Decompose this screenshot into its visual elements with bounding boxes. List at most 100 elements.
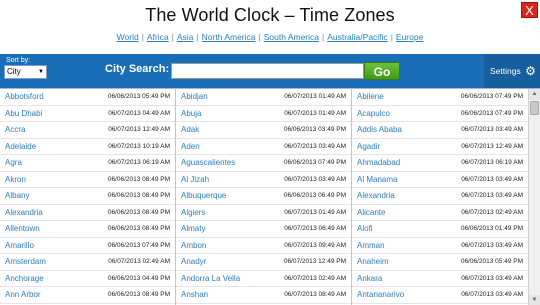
table-row[interactable]: Agadir 06/07/2013 12:49 AM: [352, 139, 528, 155]
table-row[interactable]: Acapulco 06/06/2013 07:49 PM: [352, 106, 528, 122]
table-row[interactable]: Aguascalientes 06/06/2013 07:49 PM: [176, 155, 351, 172]
city-link[interactable]: Acapulco: [357, 106, 390, 122]
table-row[interactable]: Addis Ababa 06/07/2013 03:49 AM: [352, 122, 528, 139]
table-row[interactable]: Anadyr 06/07/2013 12:49 PM: [176, 254, 351, 271]
scroll-up-icon[interactable]: ▲: [529, 89, 540, 100]
table-row[interactable]: Akron 06/06/2013 08:49 PM: [0, 172, 175, 188]
table-row[interactable]: Abuja 06/07/2013 01:49 AM: [176, 106, 351, 122]
table-row[interactable]: Anaheim 06/06/2013 05:49 PM: [352, 254, 528, 271]
city-time: 06/07/2013 03:49 AM: [284, 142, 346, 150]
city-link[interactable]: Amarillo: [5, 238, 34, 254]
city-search-input[interactable]: [171, 63, 364, 79]
city-link[interactable]: Algiers: [181, 205, 205, 221]
city-link[interactable]: Ahmadabad: [357, 155, 400, 171]
region-link-africa[interactable]: Africa: [147, 32, 169, 42]
table-row[interactable]: Amarillo 06/06/2013 07:49 PM: [0, 238, 175, 254]
city-link[interactable]: Alofi: [357, 221, 373, 237]
city-link[interactable]: Amsterdam: [5, 254, 46, 270]
table-row[interactable]: Andorra La Vella 06/07/2013 02:49 AM: [176, 271, 351, 287]
go-button[interactable]: Go: [364, 62, 400, 80]
table-row[interactable]: Aden 06/07/2013 03:49 AM: [176, 139, 351, 155]
city-time: 06/07/2013 03:49 AM: [461, 241, 523, 249]
city-link[interactable]: Ambon: [181, 238, 206, 254]
city-link[interactable]: Aden: [181, 139, 200, 155]
region-link-australia-pacific[interactable]: Australia/Pacific: [327, 32, 387, 42]
table-row[interactable]: Al Jizah 06/07/2013 03:49 AM: [176, 172, 351, 188]
city-time: 06/06/2013 07:49 PM: [460, 109, 523, 117]
city-link[interactable]: Adelaide: [5, 139, 36, 155]
city-link[interactable]: Anshan: [181, 287, 208, 303]
settings-button[interactable]: Settings ⚙: [484, 54, 540, 88]
table-row[interactable]: Abilene 06/06/2013 07:49 PM: [352, 89, 528, 106]
table-row[interactable]: Alexandria 06/06/2013 08:49 PM: [0, 205, 175, 221]
city-link[interactable]: Akron: [5, 172, 26, 188]
region-link-asia[interactable]: Asia: [177, 32, 194, 42]
table-row[interactable]: Alexandria 06/07/2013 03:49 AM: [352, 188, 528, 205]
city-link[interactable]: Ankara: [357, 271, 382, 287]
city-link[interactable]: Antananarivo: [357, 287, 404, 303]
city-link[interactable]: Anadyr: [181, 254, 206, 270]
city-link[interactable]: Al Manama: [357, 172, 397, 188]
table-row[interactable]: Albuquerque 06/06/2013 06:49 PM: [176, 188, 351, 205]
table-row[interactable]: Anchorage 06/06/2013 04:49 PM: [0, 271, 175, 287]
table-row[interactable]: Agra 06/07/2013 06:19 AM: [0, 155, 175, 172]
table-row[interactable]: Almaty 06/07/2013 06:49 AM: [176, 221, 351, 238]
region-link-north-america[interactable]: North America: [202, 32, 256, 42]
table-row[interactable]: Amman 06/07/2013 03:49 AM: [352, 238, 528, 254]
city-link[interactable]: Anaheim: [357, 254, 389, 270]
city-time: 06/07/2013 02:49 AM: [108, 258, 170, 265]
region-link-europe[interactable]: Europe: [396, 32, 423, 42]
city-link[interactable]: Abuja: [181, 106, 201, 122]
city-time: 06/07/2013 08:49 AM: [284, 291, 346, 298]
city-link[interactable]: Albany: [5, 188, 29, 204]
table-row[interactable]: Ahmadabad 06/07/2013 06:19 AM: [352, 155, 528, 172]
table-row[interactable]: Ambon 06/07/2013 09:49 AM: [176, 238, 351, 254]
table-row[interactable]: Abu Dhabi 06/07/2013 04:49 AM: [0, 106, 175, 122]
city-link[interactable]: Anchorage: [5, 271, 44, 287]
table-row[interactable]: Abidjan 06/07/2013 01:49 AM: [176, 89, 351, 106]
city-link[interactable]: Abidjan: [181, 89, 208, 105]
table-row[interactable]: Amsterdam 06/07/2013 02:49 AM: [0, 254, 175, 271]
city-time: 06/07/2013 10:19 AM: [108, 142, 170, 150]
region-link-world[interactable]: World: [117, 32, 139, 42]
table-row[interactable]: Alicante 06/07/2013 02:49 AM: [352, 205, 528, 221]
table-row[interactable]: Algiers 06/07/2013 01:49 AM: [176, 205, 351, 221]
table-row[interactable]: Accra 06/07/2013 12:49 AM: [0, 122, 175, 139]
city-link[interactable]: Alexandria: [357, 188, 395, 204]
city-link[interactable]: Alicante: [357, 205, 385, 221]
page-title: The World Clock – Time Zones: [145, 5, 395, 25]
city-link[interactable]: Allentown: [5, 221, 40, 237]
city-link[interactable]: Abilene: [357, 89, 384, 105]
city-link[interactable]: Almaty: [181, 221, 205, 237]
city-link[interactable]: Adak: [181, 122, 199, 138]
table-row[interactable]: Abbotsford 06/06/2013 05:49 PM: [0, 89, 175, 106]
city-link[interactable]: Agadir: [357, 139, 380, 155]
region-link-south-america[interactable]: South America: [264, 32, 319, 42]
table-row[interactable]: Ankara 06/07/2013 03:49 AM: [352, 271, 528, 287]
city-link[interactable]: Ann Arbor: [5, 287, 41, 303]
table-row[interactable]: Alofi 06/06/2013 01:49 PM: [352, 221, 528, 238]
table-row[interactable]: Allentown 06/06/2013 08:49 PM: [0, 221, 175, 238]
scrollbar[interactable]: ▲ ▼: [528, 89, 540, 305]
table-row[interactable]: Al Manama 06/07/2013 03:49 AM: [352, 172, 528, 188]
table-row[interactable]: Adak 06/06/2013 03:49 PM: [176, 122, 351, 139]
city-link[interactable]: Abbotsford: [5, 89, 44, 105]
table-row[interactable]: Adelaide 06/07/2013 10:19 AM: [0, 139, 175, 155]
table-row[interactable]: Albany 06/06/2013 08:49 PM: [0, 188, 175, 205]
table-row[interactable]: Ann Arbor 06/06/2013 08:49 PM: [0, 287, 175, 304]
table-row[interactable]: Antananarivo 06/07/2013 03:49 AM: [352, 287, 528, 304]
city-link[interactable]: Addis Ababa: [357, 122, 402, 138]
city-link[interactable]: Agra: [5, 155, 22, 171]
table-row[interactable]: Anshan 06/07/2013 08:49 AM: [176, 287, 351, 304]
city-link[interactable]: Albuquerque: [181, 188, 226, 204]
scroll-thumb[interactable]: [530, 101, 539, 115]
city-link[interactable]: Alexandria: [5, 205, 43, 221]
city-link[interactable]: Abu Dhabi: [5, 106, 42, 122]
city-link[interactable]: Amman: [357, 238, 385, 254]
sort-select[interactable]: City ▼: [4, 65, 47, 79]
scroll-down-icon[interactable]: ▼: [529, 295, 540, 305]
city-link[interactable]: Aguascalientes: [181, 155, 235, 171]
city-link[interactable]: Accra: [5, 122, 25, 138]
city-link[interactable]: Al Jizah: [181, 172, 209, 188]
city-link[interactable]: Andorra La Vella: [181, 271, 240, 287]
